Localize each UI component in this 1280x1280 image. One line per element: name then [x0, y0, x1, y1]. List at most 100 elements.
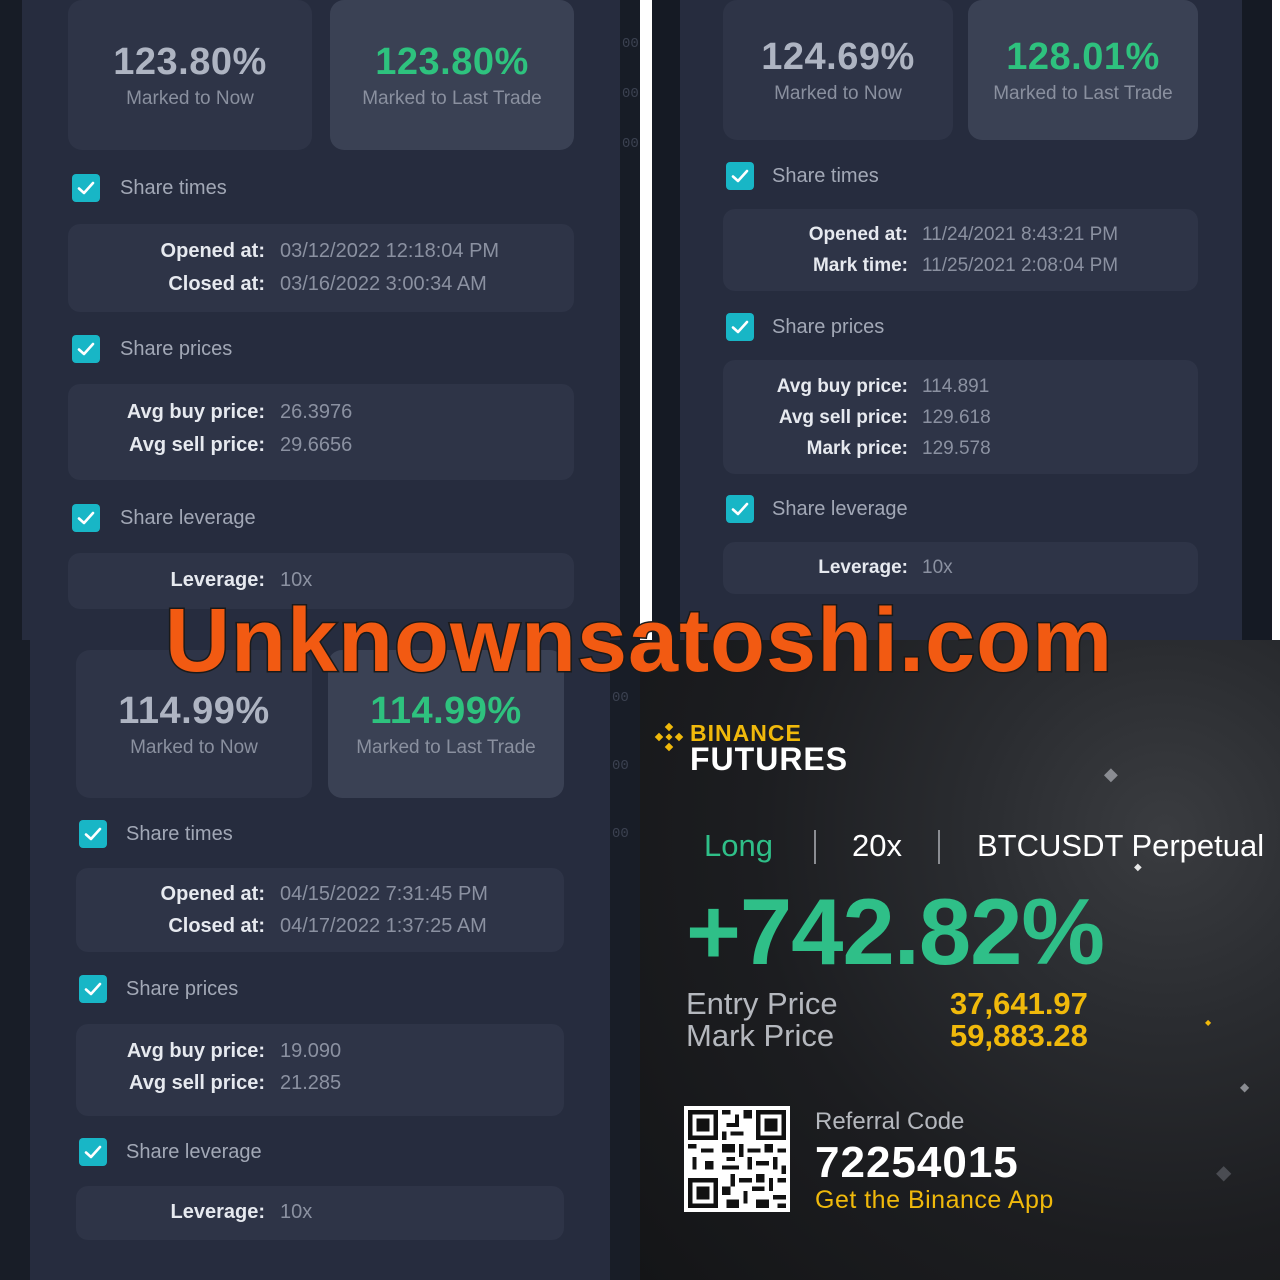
avg-buy-label: Avg buy price:	[776, 376, 908, 397]
leverage-label: Leverage:	[170, 1201, 266, 1223]
leverage-box: Leverage: 10x	[76, 1186, 564, 1240]
checkmark-icon	[731, 502, 749, 516]
futures-title: FUTURES	[690, 741, 849, 777]
share-prices-label: Share prices	[120, 338, 233, 360]
divider	[814, 830, 816, 864]
opened-at-row: Opened at: 04/15/2022 7:31:45 PM	[76, 883, 564, 909]
share-prices-checkbox[interactable]	[79, 975, 107, 1003]
avg-sell-row: Avg sell price: 21.285	[76, 1072, 564, 1098]
share-leverage-label: Share leverage	[120, 507, 256, 529]
mark-time-value: 11/25/2021 2:08:04 PM	[922, 255, 1119, 276]
share-prices-checkbox[interactable]	[726, 313, 754, 341]
roe-percent: +742.82%	[686, 879, 1105, 984]
marked-to-last-trade-percent: 128.01%	[1006, 35, 1160, 78]
sparkle-icon: ◆	[1205, 1018, 1212, 1027]
share-leverage-label: Share leverage	[126, 1141, 262, 1163]
leverage-value: 10x	[280, 1201, 313, 1223]
share-leverage-label: Share leverage	[772, 498, 908, 520]
share-prices-label: Share prices	[126, 978, 239, 1000]
share-leverage-checkbox[interactable]	[72, 504, 100, 532]
position-side: Long	[704, 828, 773, 863]
marked-to-now-percent: 114.99%	[118, 689, 270, 732]
avg-buy-row: Avg buy price: 26.3976	[68, 401, 574, 427]
share-times-label: Share times	[772, 165, 879, 187]
avg-sell-value: 129.618	[922, 407, 991, 428]
chart-axis-ghost: 00	[612, 758, 629, 774]
marked-to-now-percent: 124.69%	[761, 35, 915, 78]
avg-sell-row: Avg sell price: 129.618	[723, 407, 1198, 433]
marked-to-now-card[interactable]: 123.80% Marked to Now	[68, 0, 312, 150]
prices-box: Avg buy price: 19.090 Avg sell price: 21…	[76, 1024, 564, 1116]
marked-to-last-trade-label: Marked to Last Trade	[362, 87, 542, 109]
position-leverage: 20x	[852, 828, 902, 863]
mark-time-label: Mark time:	[812, 255, 908, 276]
avg-buy-row: Avg buy price: 19.090	[76, 1040, 564, 1066]
leverage-value: 10x	[280, 569, 313, 591]
share-prices-checkbox[interactable]	[72, 335, 100, 363]
chart-axis-ghost: 00	[622, 36, 639, 52]
avg-sell-row: Avg sell price: 29.6656	[68, 434, 574, 460]
mark-price-row: Mark price: 129.578	[723, 438, 1198, 464]
avg-sell-label: Avg sell price:	[129, 1072, 265, 1094]
chart-axis-ghost: 00	[612, 826, 629, 842]
share-times-checkbox[interactable]	[726, 162, 754, 190]
avg-sell-label: Avg sell price:	[129, 434, 265, 456]
mark-price-label: Mark Price	[686, 1018, 835, 1053]
leverage-label: Leverage:	[818, 557, 908, 578]
avg-buy-value: 19.090	[280, 1040, 342, 1062]
checkmark-icon	[731, 320, 749, 334]
opened-at-row: Opened at: 03/12/2022 12:18:04 PM	[68, 240, 574, 266]
share-times-checkbox[interactable]	[79, 820, 107, 848]
prices-box: Avg buy price: 114.891 Avg sell price: 1…	[723, 360, 1198, 474]
avg-sell-label: Avg sell price:	[778, 407, 908, 428]
share-leverage-checkbox[interactable]	[79, 1138, 107, 1166]
checkmark-icon	[77, 342, 95, 356]
leverage-label: Leverage:	[170, 569, 266, 591]
opened-at-value: 03/12/2022 12:18:04 PM	[280, 240, 500, 262]
mark-price-value: 59,883.28	[950, 1018, 1088, 1053]
share-times-label: Share times	[126, 823, 233, 845]
avg-buy-value: 26.3976	[280, 401, 353, 423]
referral-code: 72254015	[815, 1138, 1019, 1187]
closed-at-label: Closed at:	[168, 273, 265, 295]
binance-futures-card: BINANCE FUTURES Long 20x BTCUSDT Perpetu…	[640, 640, 1280, 1280]
share-leverage-checkbox[interactable]	[726, 495, 754, 523]
contract-symbol: BTCUSDT Perpetual	[977, 828, 1265, 863]
checkmark-icon	[84, 982, 102, 996]
marked-to-now-label: Marked to Now	[130, 736, 258, 758]
marked-to-last-trade-card[interactable]: 128.01% Marked to Last Trade	[968, 0, 1198, 140]
avg-buy-value: 114.891	[922, 376, 990, 397]
referral-code-label: Referral Code	[815, 1108, 965, 1135]
times-box: Opened at: 11/24/2021 8:43:21 PM Mark ti…	[723, 209, 1198, 291]
closed-at-value: 04/17/2022 1:37:25 AM	[280, 915, 487, 937]
divider	[938, 830, 940, 864]
leverage-row: Leverage: 10x	[76, 1201, 564, 1227]
marked-to-now-label: Marked to Now	[774, 82, 902, 104]
avg-buy-row: Avg buy price: 114.891	[723, 376, 1198, 402]
opened-at-label: Opened at:	[808, 224, 908, 245]
checkmark-icon	[84, 1145, 102, 1159]
opened-at-value: 11/24/2021 8:43:21 PM	[922, 224, 1119, 245]
screenshot-bottom-left: 00 00 00 114.99% Marked to Now 114.99% M…	[0, 640, 640, 1280]
prices-box: Avg buy price: 26.3976 Avg sell price: 2…	[68, 384, 574, 480]
closed-at-value: 03/16/2022 3:00:34 AM	[280, 273, 487, 295]
avg-sell-value: 29.6656	[280, 434, 353, 456]
marked-to-now-label: Marked to Now	[126, 87, 254, 109]
chart-axis-ghost: 00	[622, 86, 639, 102]
avg-buy-label: Avg buy price:	[126, 401, 265, 423]
share-times-checkbox[interactable]	[72, 174, 100, 202]
checkmark-icon	[77, 511, 95, 525]
leverage-box: Leverage: 10x	[723, 542, 1198, 594]
entry-price-label: Entry Price	[686, 986, 838, 1021]
share-times-label: Share times	[120, 177, 227, 199]
closed-at-label: Closed at:	[168, 915, 265, 937]
qr-code-icon	[684, 1106, 790, 1212]
checkmark-icon	[77, 181, 95, 195]
marked-to-now-card[interactable]: 124.69% Marked to Now	[723, 0, 953, 140]
marked-to-last-trade-card[interactable]: 123.80% Marked to Last Trade	[330, 0, 574, 150]
mark-time-row: Mark time: 11/25/2021 2:08:04 PM	[723, 255, 1198, 281]
leverage-value: 10x	[922, 557, 953, 578]
mark-price-value: 129.578	[922, 438, 991, 459]
binance-logo-icon	[654, 722, 684, 752]
screenshot-top-right: 124.69% Marked to Now 128.01% Marked to …	[652, 0, 1272, 640]
